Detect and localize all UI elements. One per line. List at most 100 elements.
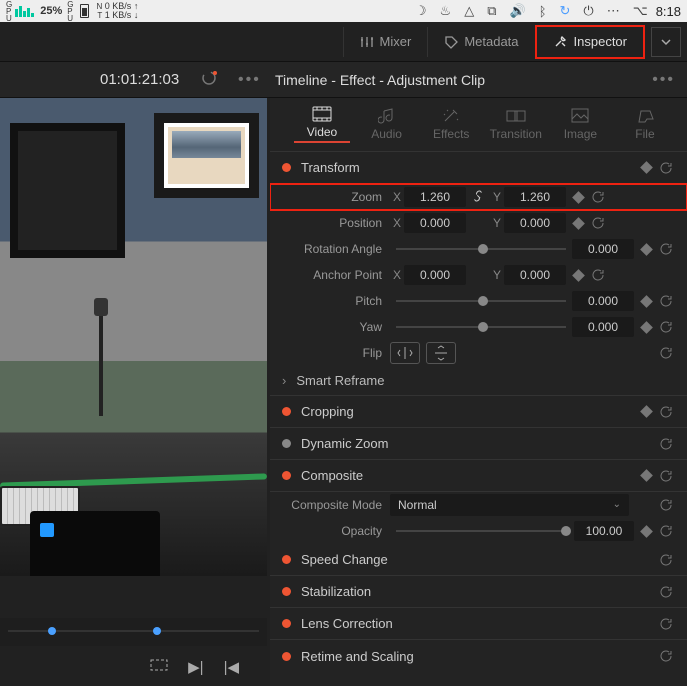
reset-icon[interactable] bbox=[657, 344, 675, 362]
reset-icon[interactable] bbox=[657, 292, 675, 310]
timeline-strip[interactable] bbox=[0, 618, 267, 646]
link-icon[interactable] bbox=[466, 189, 490, 206]
prev-button[interactable]: |◀ bbox=[224, 658, 239, 676]
tab-transition[interactable]: Transition bbox=[488, 108, 544, 141]
composite-mode-label: Composite Mode bbox=[284, 498, 390, 512]
reset-icon[interactable] bbox=[657, 615, 675, 633]
enable-dot[interactable] bbox=[282, 619, 291, 628]
reset-icon[interactable] bbox=[589, 214, 607, 232]
section-stabilization[interactable]: Stabilization bbox=[270, 576, 687, 608]
anchor-x-input[interactable]: 0.000 bbox=[404, 265, 466, 285]
reset-icon[interactable] bbox=[657, 467, 675, 485]
reset-icon[interactable] bbox=[657, 435, 675, 453]
tab-file[interactable]: File bbox=[617, 108, 673, 141]
anchor-y-input[interactable]: 0.000 bbox=[504, 265, 566, 285]
rotation-slider[interactable] bbox=[396, 239, 566, 259]
keyframe-icon[interactable] bbox=[572, 191, 585, 204]
pitch-slider[interactable] bbox=[396, 291, 566, 311]
flip-v-button[interactable] bbox=[426, 342, 456, 364]
bypass-icon[interactable] bbox=[200, 69, 218, 90]
enable-dot[interactable] bbox=[282, 652, 291, 661]
metadata-button[interactable]: Metadata bbox=[427, 27, 534, 57]
sync-icon[interactable]: ↻ bbox=[560, 3, 571, 19]
pos-x-input[interactable]: 0.000 bbox=[404, 213, 466, 233]
power-icon[interactable]: ⏻ bbox=[583, 3, 593, 19]
keyframe-icon[interactable] bbox=[640, 161, 653, 174]
opacity-slider[interactable] bbox=[396, 521, 568, 541]
section-dynamic-zoom[interactable]: Dynamic Zoom bbox=[270, 428, 687, 460]
keyframe-icon[interactable] bbox=[640, 525, 653, 538]
tab-video[interactable]: Video bbox=[294, 106, 350, 143]
enable-dot[interactable] bbox=[282, 439, 291, 448]
triangle-icon[interactable]: △ bbox=[464, 3, 474, 19]
opacity-input[interactable]: 100.00 bbox=[574, 521, 634, 541]
flame-icon[interactable]: ♨ bbox=[440, 3, 452, 19]
volume-icon[interactable]: 🔊 bbox=[510, 3, 526, 19]
dropbox-icon[interactable]: ⧉ bbox=[487, 3, 496, 19]
rotation-label: Rotation Angle bbox=[284, 242, 390, 256]
chevron-right-icon: › bbox=[282, 373, 286, 388]
tab-effects[interactable]: Effects bbox=[423, 108, 479, 141]
mixer-button[interactable]: Mixer bbox=[343, 27, 428, 57]
marker-2[interactable] bbox=[153, 627, 161, 635]
next-button[interactable]: ▶| bbox=[188, 658, 203, 676]
section-label: Dynamic Zoom bbox=[301, 436, 388, 451]
marker-1[interactable] bbox=[48, 627, 56, 635]
timecode[interactable]: 01:01:21:03 bbox=[100, 71, 179, 88]
reset-icon[interactable] bbox=[657, 159, 675, 177]
enable-dot[interactable] bbox=[282, 407, 291, 416]
reset-icon[interactable] bbox=[589, 266, 607, 284]
pitch-input[interactable]: 0.000 bbox=[572, 291, 634, 311]
viewer-options[interactable]: ••• bbox=[238, 71, 261, 89]
reset-icon[interactable] bbox=[657, 403, 675, 421]
reset-icon[interactable] bbox=[657, 583, 675, 601]
tab-image[interactable]: Image bbox=[552, 108, 608, 141]
zoom-y-input[interactable]: 1.260 bbox=[504, 187, 566, 207]
enable-dot[interactable] bbox=[282, 163, 291, 172]
section-transform[interactable]: Transform bbox=[270, 152, 687, 184]
enable-dot[interactable] bbox=[282, 555, 291, 564]
enable-dot[interactable] bbox=[282, 587, 291, 596]
reset-icon[interactable] bbox=[657, 522, 675, 540]
viewer[interactable] bbox=[0, 98, 267, 576]
keyframe-icon[interactable] bbox=[640, 321, 653, 334]
inspector-options[interactable]: ••• bbox=[652, 71, 675, 89]
zoom-x-input[interactable]: 1.260 bbox=[404, 187, 466, 207]
reset-icon[interactable] bbox=[657, 496, 675, 514]
section-lens[interactable]: Lens Correction bbox=[270, 608, 687, 640]
expand-button[interactable] bbox=[651, 27, 681, 57]
section-label: Speed Change bbox=[301, 552, 388, 567]
rotation-input[interactable]: 0.000 bbox=[572, 239, 634, 259]
section-speed[interactable]: Speed Change bbox=[270, 544, 687, 576]
inspector-button[interactable]: Inspector bbox=[535, 25, 645, 59]
section-composite[interactable]: Composite bbox=[270, 460, 687, 492]
more-icon[interactable]: ⋯ bbox=[607, 3, 620, 19]
keyframe-icon[interactable] bbox=[640, 243, 653, 256]
keyframe-icon[interactable] bbox=[640, 469, 653, 482]
flip-h-button[interactable] bbox=[390, 342, 420, 364]
keyframe-icon[interactable] bbox=[572, 269, 585, 282]
keyframe-icon[interactable] bbox=[640, 405, 653, 418]
keyframe-icon[interactable] bbox=[572, 217, 585, 230]
reset-icon[interactable] bbox=[657, 318, 675, 336]
tab-audio[interactable]: Audio bbox=[359, 108, 415, 141]
loop-button[interactable] bbox=[150, 658, 168, 676]
clock[interactable]: 8:18 bbox=[656, 4, 681, 19]
yaw-input[interactable]: 0.000 bbox=[572, 317, 634, 337]
reset-icon[interactable] bbox=[589, 188, 607, 206]
section-retime[interactable]: Retime and Scaling bbox=[270, 640, 687, 672]
system-tray[interactable]: ☽ ♨ △ ⧉ 🔊 ᛒ ↻ ⏻ ⋯ ⌥ bbox=[415, 3, 648, 19]
section-cropping[interactable]: Cropping bbox=[270, 396, 687, 428]
do-not-disturb-icon[interactable]: ☽ bbox=[415, 3, 427, 19]
reset-icon[interactable] bbox=[657, 647, 675, 665]
bluetooth-icon[interactable]: ᛒ bbox=[539, 4, 547, 19]
section-smart-reframe[interactable]: › Smart Reframe bbox=[270, 366, 687, 396]
pos-y-input[interactable]: 0.000 bbox=[504, 213, 566, 233]
keyframe-icon[interactable] bbox=[640, 295, 653, 308]
control-center-icon[interactable]: ⌥ bbox=[633, 3, 648, 19]
reset-icon[interactable] bbox=[657, 551, 675, 569]
enable-dot[interactable] bbox=[282, 471, 291, 480]
composite-mode-select[interactable]: Normal ⌄ bbox=[390, 494, 629, 516]
reset-icon[interactable] bbox=[657, 240, 675, 258]
yaw-slider[interactable] bbox=[396, 317, 566, 337]
